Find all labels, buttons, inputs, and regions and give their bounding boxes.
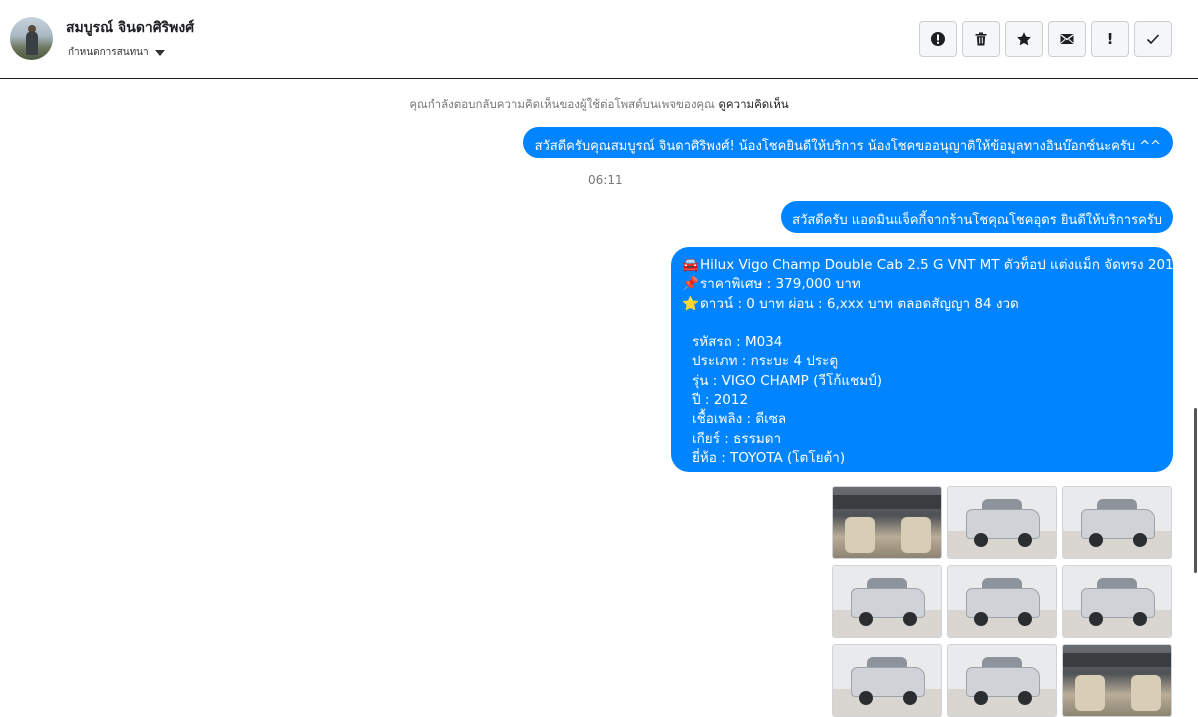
pin-icon: 📌 [682,276,699,293]
wheel-shape [1133,612,1147,626]
star-icon [1017,32,1031,46]
car-title-line: 🚘Hilux Vigo Champ Double Cab 2.5 G VNT M… [682,256,1182,275]
dashboard-shape [833,495,941,509]
detail-line: รุ่น : VIGO CHAMP (วีโก้แชมป์) [692,372,882,389]
exclamation-icon: ! [1106,30,1114,48]
wheel-shape [1018,612,1032,626]
price-line: 📌ราคาพิเศษ : 379,000 บาท [682,275,1162,294]
wheel-shape [859,612,873,626]
car-photo-interior[interactable] [832,486,942,559]
car-icon: 🚘 [682,257,699,273]
follow-up-button[interactable]: ! [1091,21,1129,57]
car-price: ราคาพิเศษ : 379,000 บาท [700,276,861,293]
car-photo-rear[interactable] [947,486,1057,559]
wheel-shape [974,612,988,626]
mail-icon [1060,34,1074,44]
conversation-settings-dropdown[interactable]: กำหนดการสนทนา [68,45,165,60]
wheel-shape [1018,533,1032,547]
star-icon: ⭐ [682,295,699,312]
detail-line: ประเภท : กระบะ 4 ประตู [692,353,839,370]
reply-context-notice: คุณกำลังตอบกลับความคิดเห็นของผู้ใช้ต่อโพ… [0,96,1198,114]
seat-shape [901,517,931,553]
dashboard-shape [1063,653,1171,667]
message-bubble: สวัสดีครับ แอดมินแจ็คกี้จากร้านโชคุณโชคอ… [781,201,1173,233]
reply-context-text: คุณกำลังตอบกลับความคิดเห็นของผู้ใช้ต่อโพ… [409,97,715,111]
seat-shape [1131,675,1161,711]
car-details-message: 🚘Hilux Vigo Champ Double Cab 2.5 G VNT M… [671,247,1182,472]
wheel-shape [1018,691,1032,705]
seat-shape [1075,675,1105,711]
alert-circle-icon [931,32,945,46]
wheel-shape [903,691,917,705]
wheel-shape [974,691,988,705]
wheel-shape [1133,533,1147,547]
car-photo-rear-2[interactable] [947,644,1057,717]
conversation-settings-label: กำหนดการสนทนา [68,47,149,58]
seat-shape [845,517,875,553]
wheel-shape [974,533,988,547]
car-photo-rear-three-quarter[interactable] [832,565,942,638]
message-timestamp: 06:11 [588,173,623,187]
trash-icon [975,32,987,46]
wheel-shape [1089,612,1103,626]
mark-done-button[interactable] [1134,21,1172,57]
wheel-shape [903,612,917,626]
wheel-shape [859,691,873,705]
detail-line: เกียร์ : ธรรมดา [692,430,782,447]
avatar[interactable] [10,17,53,60]
detail-line: ปี : 2012 [692,392,749,409]
star-button[interactable] [1005,21,1043,57]
photo-gallery [832,486,1173,717]
conversation-header: สมบูรณ์ จินดาศิริพงศ์ กำหนดการสนทนา ! [0,0,1198,79]
car-photo-front[interactable] [947,565,1057,638]
avatar-person [26,31,38,55]
car-photo-front-left[interactable] [832,644,942,717]
car-photo-front-three-quarter[interactable] [1062,565,1172,638]
wheel-shape [1089,533,1103,547]
message-bubble: สวัสดีครับคุณสมบูรณ์ จินดาศิริพงศ์! น้อง… [522,127,1173,158]
mark-spam-button[interactable] [919,21,957,57]
down-payment-line: ⭐ดาวน์ : 0 บาท ผ่อน : 6,xxx บาท ตลอดสัญญ… [682,295,1162,314]
detail-line: รหัสรถ : M034 [692,334,783,351]
scrollbar-thumb[interactable] [1194,408,1197,573]
car-title: Hilux Vigo Champ Double Cab 2.5 G VNT MT… [700,257,1183,273]
detail-line: เชื้อเพลิง : ดีเซล [692,411,787,428]
delete-button[interactable] [962,21,1000,57]
contact-name[interactable]: สมบูรณ์ จินดาศิริพงศ์ [66,17,194,39]
mark-unread-button[interactable] [1048,21,1086,57]
check-icon [1146,34,1160,45]
down-payment: ดาวน์ : 0 บาท ผ่อน : 6,xxx บาท ตลอดสัญญา… [700,295,1019,312]
detail-line: ยี่ห้อ : TOYOTA (โตโยต้า) [692,449,846,466]
car-photo-side[interactable] [1062,486,1172,559]
view-comment-link[interactable]: ดูความคิดเห็น [718,97,788,111]
car-photo-interior-rear[interactable] [1062,644,1172,717]
chevron-down-icon [154,49,165,56]
